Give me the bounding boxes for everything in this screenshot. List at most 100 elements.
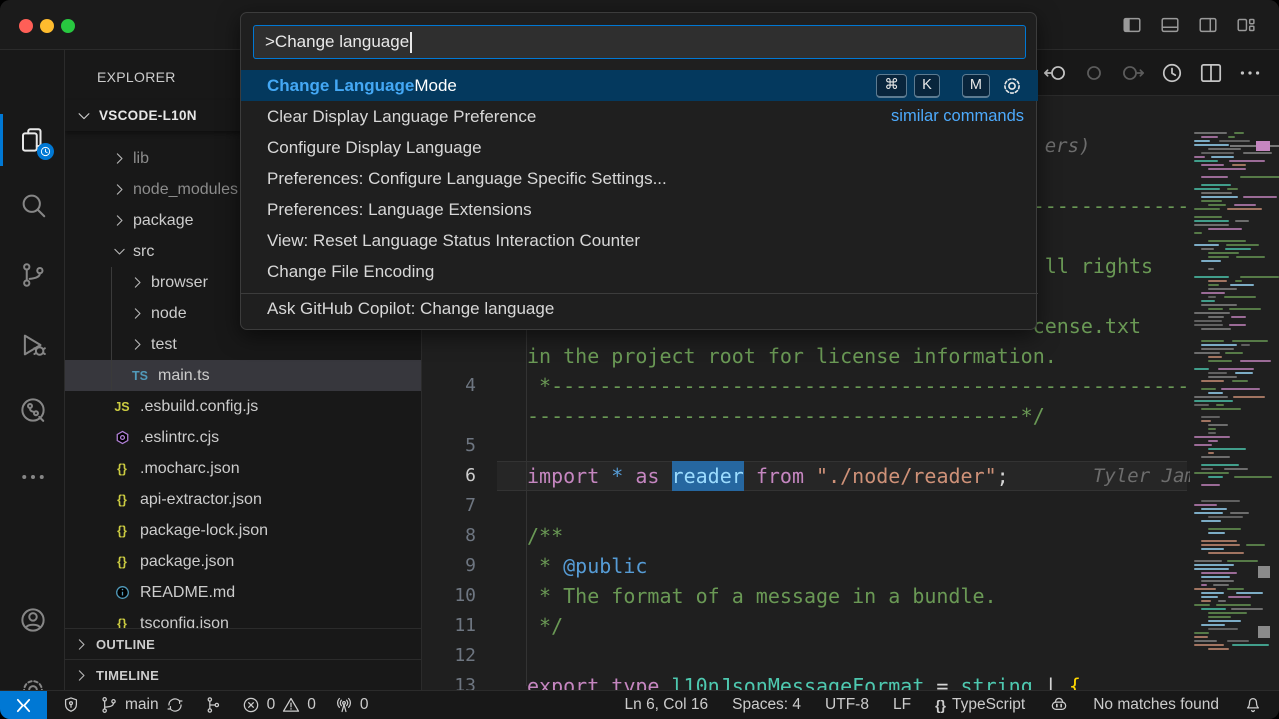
tree-item-package-json[interactable]: {}package.json: [65, 546, 422, 577]
tree-item-package-lock-json[interactable]: {}package-lock.json: [65, 515, 422, 546]
selected-word: reader: [672, 461, 744, 491]
split-editor-icon[interactable]: [1198, 60, 1224, 86]
git-blame-annotation: ers): [1045, 131, 1091, 161]
command-label: Ask GitHub Copilot: Change language: [267, 299, 554, 319]
activity-item-gitlens[interactable]: [0, 382, 65, 438]
zoom-button[interactable]: [61, 19, 75, 33]
minimap-bar: [1194, 232, 1202, 234]
minimap[interactable]: [1190, 96, 1279, 690]
status-eol[interactable]: LF: [889, 691, 915, 719]
customize-layout-icon[interactable]: [1235, 14, 1257, 36]
minimap-bar: [1213, 584, 1229, 586]
more-actions-icon[interactable]: [1237, 60, 1263, 86]
status-language-mode[interactable]: {}TypeScript: [931, 691, 1029, 719]
sync-icon: [165, 695, 185, 715]
status-cursor-position[interactable]: Ln 6, Col 16: [621, 691, 713, 719]
tree-item-tsconfig-json[interactable]: {}tsconfig.json: [65, 608, 422, 628]
json-icon: {}: [111, 524, 133, 538]
status-remote-indicator[interactable]: [0, 691, 47, 719]
command-item-1[interactable]: Clear Display Language Preference similar…: [241, 101, 1038, 132]
status-label: No matches found: [1093, 696, 1219, 714]
minimap-bar: [1201, 544, 1240, 546]
command-label: View: Reset Language Status Interaction …: [267, 231, 640, 251]
minimap-bar: [1230, 512, 1249, 514]
command-item-7[interactable]: Ask GitHub Copilot: Change language: [241, 293, 1038, 324]
activity-item-source-control[interactable]: [0, 247, 65, 303]
vscode-window: RE EXPLORER VSCODE-L10N libnode_modulesp…: [0, 0, 1279, 719]
decoration-marker: [1258, 566, 1270, 578]
activity-item-additional-views[interactable]: [0, 449, 65, 505]
status-ports[interactable]: 0: [330, 691, 373, 719]
tree-item-test[interactable]: test: [65, 329, 422, 360]
code-token: export: [527, 671, 599, 690]
tree-item--mocharc-json[interactable]: {}.mocharc.json: [65, 453, 422, 484]
minimap-bar: [1201, 340, 1224, 342]
status-problems[interactable]: 00: [237, 691, 320, 719]
timeline-history-icon[interactable]: [1159, 60, 1185, 86]
navigate-back-icon[interactable]: [1042, 60, 1068, 86]
code-token: ll rights: [1045, 251, 1153, 281]
navigate-forward-icon[interactable]: [1120, 60, 1146, 86]
command-item-5[interactable]: View: Reset Language Status Interaction …: [241, 225, 1038, 256]
minimize-button[interactable]: [40, 19, 54, 33]
chevron-right-icon: [111, 212, 128, 229]
status-label: TypeScript: [952, 696, 1025, 714]
folder-label: browser: [151, 274, 208, 292]
section-header-timeline[interactable]: TIMELINE: [65, 659, 422, 690]
toggle-secondary-sidebar-icon[interactable]: [1197, 14, 1219, 36]
spacer: [1009, 461, 1093, 491]
command-item-6[interactable]: Change File Encoding: [241, 256, 1038, 287]
minimap-bar: [1194, 396, 1228, 398]
tree-item-main-ts[interactable]: TSmain.ts: [65, 360, 422, 391]
tree-item-api-extractor-json[interactable]: {}api-extractor.json: [65, 484, 422, 515]
code-token: [623, 461, 635, 491]
command-palette-input[interactable]: >Change language: [253, 25, 1026, 59]
code-line: /**: [527, 521, 563, 551]
tree-item-readme-md[interactable]: README.md: [65, 577, 422, 608]
minimap-bar: [1201, 260, 1221, 262]
code-token: /**: [527, 521, 563, 551]
status-indentation[interactable]: Spaces: 4: [728, 691, 805, 719]
minimap-bar: [1229, 308, 1261, 310]
minimap-bar: [1201, 136, 1218, 138]
tree-item--esbuild-config-js[interactable]: JS.esbuild.config.js: [65, 391, 422, 422]
status-notifications[interactable]: [1239, 691, 1267, 719]
toggle-primary-sidebar-icon[interactable]: [1121, 14, 1143, 36]
command-label: Clear Display Language Preference: [267, 107, 536, 127]
minimap-bar: [1194, 132, 1227, 134]
status-git-branch[interactable]: main: [95, 691, 189, 719]
activity-item-search[interactable]: [0, 177, 65, 233]
section-header-outline[interactable]: OUTLINE: [65, 628, 422, 659]
tree-item--eslintrc-cjs[interactable]: .eslintrc.cjs: [65, 422, 422, 453]
status-copilot[interactable]: [1045, 691, 1073, 719]
line-number: 10: [454, 581, 476, 611]
json-icon: {}: [111, 555, 133, 569]
command-item-0[interactable]: Change Language Mode⌘KM: [241, 70, 1038, 101]
configure-keybinding-icon[interactable]: [1000, 74, 1024, 98]
status-match-status[interactable]: No matches found: [1089, 691, 1223, 719]
activity-item-accounts[interactable]: [0, 592, 65, 648]
status-encoding[interactable]: UTF-8: [821, 691, 873, 719]
minimap-bar: [1201, 176, 1228, 178]
toggle-panel-icon[interactable]: [1159, 14, 1181, 36]
minimap-bar: [1225, 248, 1251, 250]
activity-item-explorer[interactable]: [0, 112, 65, 168]
minimap-bar: [1201, 580, 1234, 582]
similar-commands-link[interactable]: similar commands: [891, 107, 1024, 126]
js-icon: JS: [111, 400, 133, 414]
command-item-4[interactable]: Preferences: Language Extensions: [241, 194, 1038, 225]
keybinding: ⌘KM: [876, 74, 990, 98]
minimap-bar: [1236, 256, 1265, 258]
command-item-3[interactable]: Preferences: Configure Language Specific…: [241, 163, 1038, 194]
code-token: * The format of a message in a bundle.: [527, 581, 997, 611]
status-workspace-trust[interactable]: [57, 691, 85, 719]
code-token: "./node/reader": [816, 461, 997, 491]
minimap-bar: [1201, 348, 1234, 350]
navigate-circle-icon[interactable]: [1081, 60, 1107, 86]
activity-item-run-and-debug[interactable]: [0, 317, 65, 373]
status-source-control-graph[interactable]: [199, 691, 227, 719]
close-button[interactable]: [19, 19, 33, 33]
minimap-bar: [1234, 476, 1272, 478]
chevron-down-icon: [75, 107, 93, 125]
command-item-2[interactable]: Configure Display Language: [241, 132, 1038, 163]
